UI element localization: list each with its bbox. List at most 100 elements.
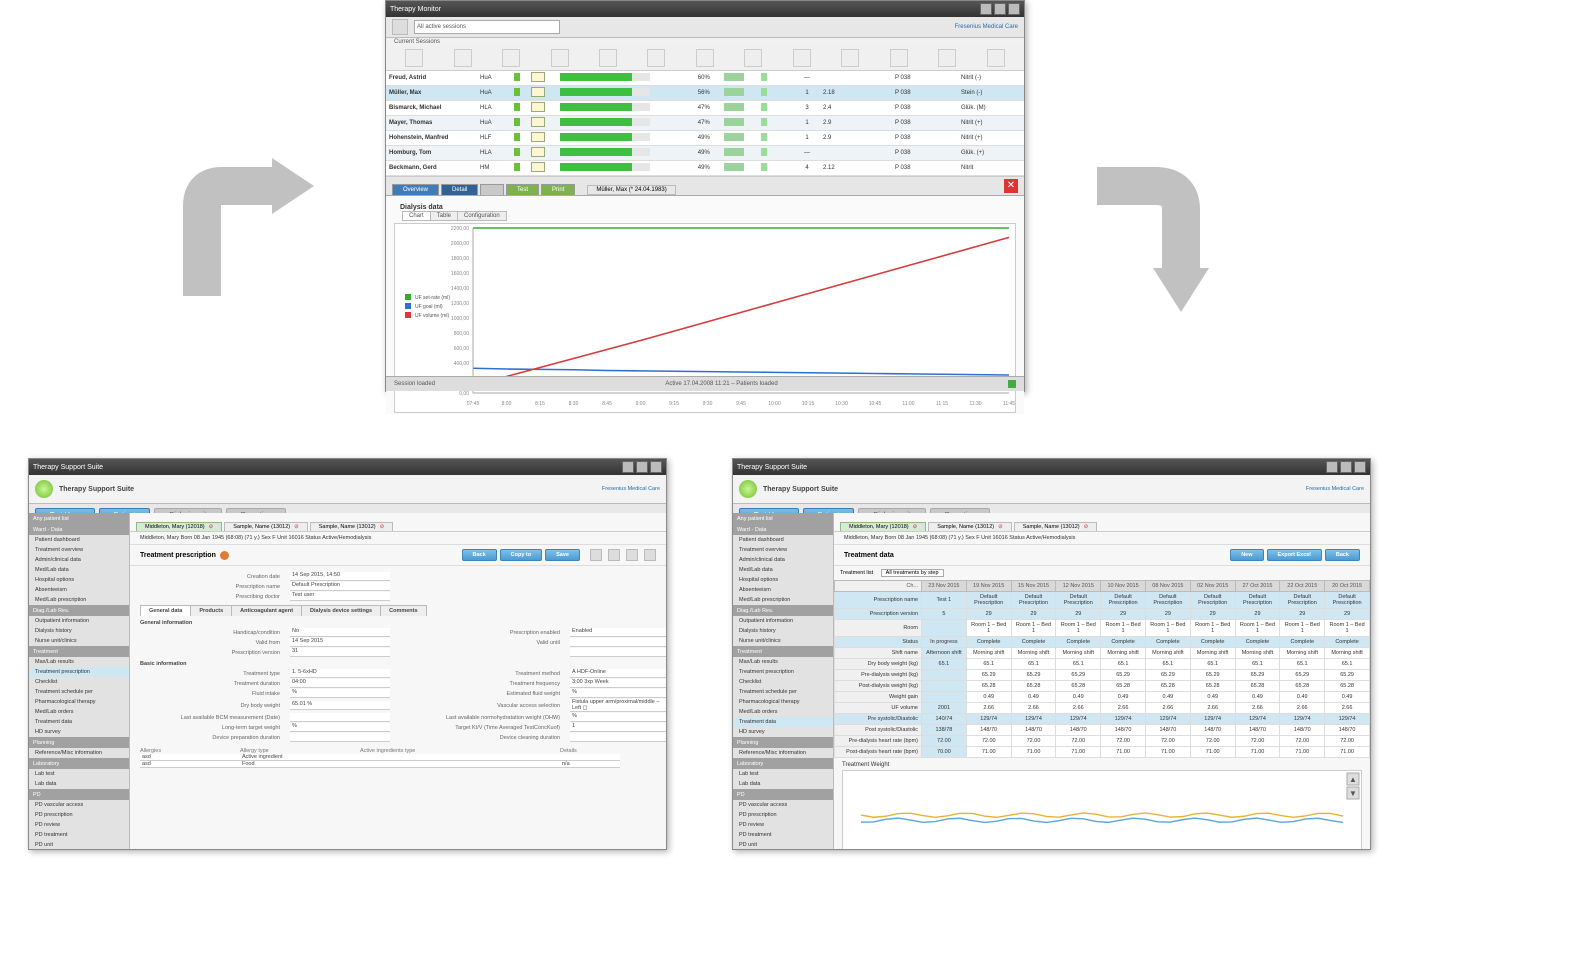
sidebar-item[interactable]: Admin/clinical data (733, 555, 833, 565)
close-detail-button[interactable]: ✕ (1004, 179, 1018, 193)
patient-tabs[interactable]: Middleton, Mary (12018)⊘Sample, Name (13… (130, 517, 666, 532)
tool-icon[interactable] (696, 49, 714, 67)
form-tab[interactable]: Products (190, 605, 232, 616)
table-row[interactable]: StatusIn progressCompleteCompleteComplet… (835, 637, 1370, 648)
form-field[interactable]: 65.01 % (290, 701, 390, 710)
table-row[interactable]: Dry body weight (kg)65.165.165.165.165.1… (835, 659, 1370, 670)
table-row[interactable]: Weight gain0.490.490.490.490.490.490.490… (835, 692, 1370, 703)
tool-icon[interactable] (744, 49, 762, 67)
tool-icon[interactable] (890, 49, 908, 67)
patient-tab[interactable]: Sample, Name (13012)⊘ (310, 522, 393, 531)
sidebar[interactable]: Any patient listWard - DataPatient dashb… (733, 513, 834, 849)
table-row[interactable]: Pre-dialysis heart rate (bpm)72.0072.007… (835, 736, 1370, 747)
sidebar-item[interactable]: Nurse unit/clinics (733, 636, 833, 646)
sidebar-item[interactable]: Lab data (733, 779, 833, 789)
table-row[interactable]: Prescription nameTest 1Default Prescript… (835, 592, 1370, 609)
sidebar-item[interactable]: PD treatment (733, 830, 833, 840)
sidebar-item[interactable]: Treatment data (29, 717, 129, 727)
table-row[interactable]: Prescription version5292929292929292929 (835, 609, 1370, 620)
sidebar-item[interactable]: PD review (29, 820, 129, 830)
tool-icon[interactable] (793, 49, 811, 67)
patient-tabs[interactable]: Middleton, Mary (12018)⊘Sample, Name (13… (834, 517, 1370, 532)
app-orb-icon[interactable] (739, 480, 757, 498)
form-field[interactable] (570, 648, 666, 657)
table-row[interactable]: Hohenstein, ManfredHLF49%12.9P 038Nitrit… (386, 131, 1024, 146)
icon[interactable] (626, 549, 638, 561)
form-field[interactable] (290, 733, 390, 742)
sidebar-item[interactable]: Pharmacological therapy (29, 697, 129, 707)
action-button[interactable]: Back (462, 549, 497, 561)
sidebar[interactable]: Any patient listWard - DataPatient dashb… (29, 513, 130, 849)
tool-icon[interactable] (599, 49, 617, 67)
close-button[interactable] (650, 461, 662, 473)
sidebar-item[interactable]: Dialysis history (29, 626, 129, 636)
treatment-data-table[interactable]: Ch...23 Nov 201519 Nov 201515 Nov 201512… (834, 580, 1370, 758)
min-button[interactable] (1326, 461, 1338, 473)
sidebar-item[interactable]: Treatment schedule per (29, 687, 129, 697)
sidebar-item[interactable]: Reference/Misc information (733, 748, 833, 758)
allergy-row[interactable]: asdActive ingredient (140, 754, 656, 761)
tool-icon[interactable] (938, 49, 956, 67)
table-row[interactable]: Post systolic/Diastolic138/78148/70148/7… (835, 725, 1370, 736)
table-row[interactable]: Pre-dialysis weight (kg)65.2965.2965.296… (835, 670, 1370, 681)
tool-icon[interactable] (502, 49, 520, 67)
table-row[interactable]: Freud, AstridHuA60%—P 038Nitrit (-) (386, 71, 1024, 86)
icon[interactable] (644, 549, 656, 561)
sidebar-item[interactable]: Admin/clinical data (29, 555, 129, 565)
form-tab[interactable]: General data (140, 605, 191, 616)
sidebar-item[interactable]: PD prescription (29, 810, 129, 820)
sidebar-item[interactable]: Outpatient information (733, 616, 833, 626)
table-row[interactable]: Shift nameAfternoon shiftMorning shiftMo… (835, 648, 1370, 659)
min-button[interactable] (980, 3, 992, 15)
tool-icon[interactable] (454, 49, 472, 67)
sidebar-item[interactable]: PD treatment (29, 830, 129, 840)
sidebar-item[interactable]: Absenteeism (29, 585, 129, 595)
sidebar-item[interactable]: Med/Lab prescription (29, 595, 129, 605)
filter-select[interactable]: All active sessions (414, 20, 560, 34)
tool-icon[interactable] (987, 49, 1005, 67)
sidebar-item[interactable]: Absenteeism (733, 585, 833, 595)
action-button[interactable]: Copy to (500, 549, 542, 561)
sidebar-item[interactable]: PD prescription (733, 810, 833, 820)
sidebar-item[interactable]: Lab test (29, 769, 129, 779)
sidebar-item[interactable]: Med/Lab data (733, 565, 833, 575)
sidebar-item[interactable]: Treatment prescription (733, 667, 833, 677)
home-icon[interactable] (392, 19, 408, 35)
form-field[interactable]: 04:00 (290, 679, 390, 688)
sidebar-item[interactable]: Patient dashboard (733, 535, 833, 545)
tool-icon[interactable] (405, 49, 423, 67)
close-button[interactable] (1354, 461, 1366, 473)
sidebar-item[interactable]: HD survey (733, 727, 833, 737)
table-row[interactable]: Post-dialysis heart rate (bpm)70.0071.00… (835, 747, 1370, 758)
action-button[interactable]: Export Excel (1267, 549, 1322, 561)
sidebar-item[interactable]: Treatment overview (733, 545, 833, 555)
table-row[interactable]: Bismarck, MichaelHLA47%32.4P 038Glük. (M… (386, 101, 1024, 116)
app-orb-icon[interactable] (35, 480, 53, 498)
sidebar-item[interactable]: PD unit (733, 840, 833, 849)
action-button[interactable]: New (1230, 549, 1263, 561)
sidebar-item[interactable]: Reference/Misc information (29, 748, 129, 758)
form-field[interactable]: % (290, 689, 390, 698)
sidebar-item[interactable]: Pharmacological therapy (733, 697, 833, 707)
allergy-row[interactable]: asdFoodn/a (140, 761, 656, 768)
sidebar-item[interactable]: Checklist (733, 677, 833, 687)
patients-table[interactable]: Freud, AstridHuA60%—P 038Nitrit (-)Mülle… (386, 71, 1024, 176)
close-button[interactable] (1008, 3, 1020, 15)
form-field[interactable]: 1. 5-6xHD (290, 669, 390, 678)
tool-icon[interactable] (551, 49, 569, 67)
form-tab[interactable]: Dialysis device settings (301, 605, 381, 616)
form-field[interactable]: 1 (570, 723, 666, 732)
sidebar-item[interactable]: Max/Lab results (29, 657, 129, 667)
form-field[interactable]: Enabled (570, 628, 666, 637)
sidebar-item[interactable]: Treatment prescription (29, 667, 129, 677)
table-row[interactable]: UF volume20012.662.662.662.662.662.662.6… (835, 703, 1370, 714)
detail-tab[interactable]: Test (506, 184, 539, 195)
max-button[interactable] (636, 461, 648, 473)
sidebar-item[interactable]: Dialysis history (733, 626, 833, 636)
form-field[interactable] (570, 733, 666, 742)
sidebar-item[interactable]: Patient dashboard (29, 535, 129, 545)
chart-subtabs[interactable]: ChartTableConfiguration (402, 213, 1016, 219)
sidebar-item[interactable]: Lab data (29, 779, 129, 789)
chart-subtab[interactable]: Chart (402, 211, 431, 221)
sidebar-item[interactable]: Nurse unit/clinics (29, 636, 129, 646)
